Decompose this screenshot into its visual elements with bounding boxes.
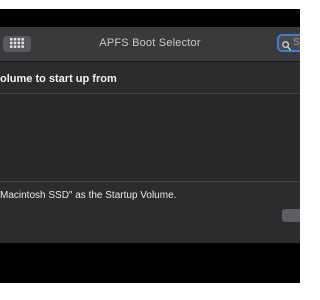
action-button[interactable] bbox=[282, 209, 300, 222]
volume-list[interactable] bbox=[0, 94, 300, 181]
search-placeholder: Se bbox=[293, 37, 300, 48]
search-input[interactable]: Se bbox=[277, 34, 300, 52]
search-icon bbox=[282, 38, 292, 56]
heading-area: olume to start up from bbox=[0, 62, 300, 94]
titlebar: APFS Boot Selector Se bbox=[0, 27, 300, 62]
window-title: APFS Boot Selector bbox=[99, 37, 201, 49]
status-text: Macintosh SSD" as the Startup Volume. bbox=[0, 190, 177, 201]
grid-icon bbox=[10, 35, 24, 53]
view-toggle-button[interactable] bbox=[3, 36, 31, 52]
page-heading: olume to start up from bbox=[0, 73, 117, 85]
footer: Macintosh SSD" as the Startup Volume. bbox=[0, 182, 300, 243]
app-window: APFS Boot Selector Se olume to start up … bbox=[0, 27, 300, 243]
screenshot-frame: APFS Boot Selector Se olume to start up … bbox=[0, 0, 300, 300]
